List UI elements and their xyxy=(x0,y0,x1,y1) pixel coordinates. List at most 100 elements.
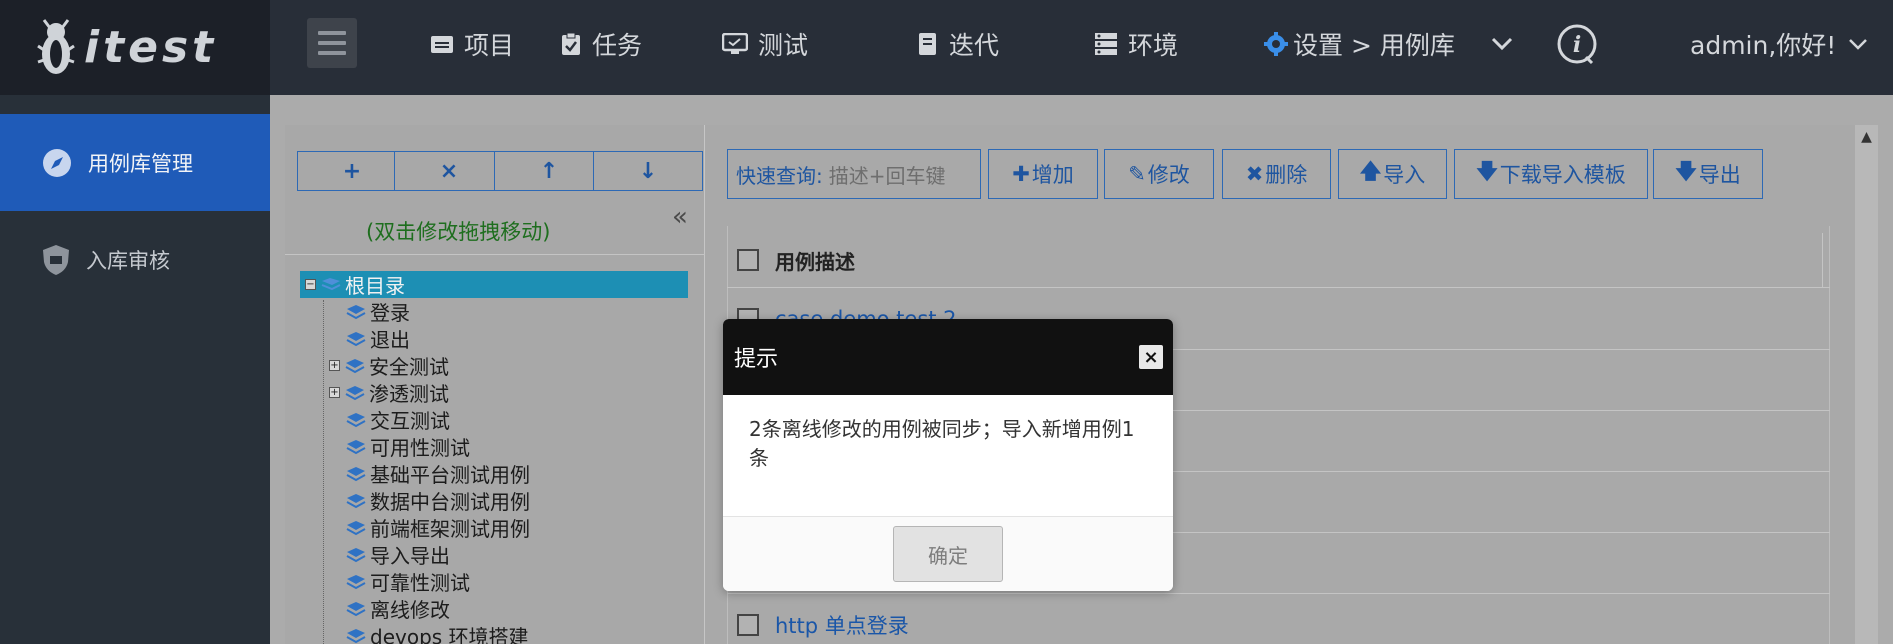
add-node-label: + xyxy=(342,158,362,184)
compass-icon xyxy=(42,148,72,178)
nav-item-test[interactable]: 测试 xyxy=(722,22,808,66)
nav-item-iteration[interactable]: 迭代 xyxy=(917,22,999,66)
dialog-title: 提示 xyxy=(734,347,779,372)
tree-node[interactable]: 可靠性测试 xyxy=(345,568,470,595)
expand-toggle-icon[interactable]: + xyxy=(329,360,340,371)
settings-breadcrumb[interactable]: 设置 > 用例库 xyxy=(1263,22,1455,66)
sidebar-item-label: 用例库管理 xyxy=(88,151,193,176)
tree-node-root[interactable]: − 根目录 xyxy=(305,271,405,298)
user-menu[interactable]: admin,你好! xyxy=(1690,22,1868,66)
tree-node-label: 基础平台测试用例 xyxy=(370,463,530,487)
collapse-panel-icon[interactable]: « xyxy=(672,202,688,232)
info-icon[interactable]: i xyxy=(1556,22,1598,66)
add-node-button[interactable]: + xyxy=(297,151,407,191)
search-placeholder: 描述+回车键 xyxy=(828,163,946,188)
sidebar-item-case-library[interactable]: 用例库管理 xyxy=(0,114,270,211)
tree-node[interactable]: devops 环境搭建 xyxy=(345,622,529,644)
tree-node[interactable]: 前端框架测试用例 xyxy=(345,514,530,541)
tree-node[interactable]: 数据中台测试用例 xyxy=(345,487,530,514)
tree-node-label: 数据中台测试用例 xyxy=(370,490,530,514)
edit-case-button[interactable]: ✎ 修改 xyxy=(1104,149,1214,199)
sidebar: 用例库管理 入库审核 xyxy=(0,95,270,644)
import-label: 导入 xyxy=(1383,163,1426,187)
gear-icon xyxy=(1263,31,1289,57)
search-input[interactable]: 快速查询: 描述+回车键 xyxy=(727,149,981,199)
delete-case-button[interactable]: ✖ 删除 xyxy=(1222,149,1331,199)
book-icon xyxy=(346,304,366,319)
column-header: 用例描述 xyxy=(775,249,855,274)
tree-node[interactable]: 登录 xyxy=(345,298,410,325)
table-header: 用例描述 xyxy=(727,233,1830,288)
table-row[interactable]: http 单点登录 xyxy=(727,594,1830,644)
export-label: 导出 xyxy=(1698,163,1741,187)
download-template-button[interactable]: 🡇 下载导入模板 xyxy=(1454,149,1648,199)
tree-node[interactable]: 导入导出 xyxy=(345,541,450,568)
book-icon xyxy=(346,439,366,454)
tree-hint: (双击修改拖拽移动) xyxy=(366,220,551,244)
tree-node-label: 离线修改 xyxy=(370,598,450,622)
tree-node-label: 可靠性测试 xyxy=(370,571,470,595)
edit-case-label: 修改 xyxy=(1147,163,1190,187)
nav-item-task[interactable]: 任务 xyxy=(560,22,642,66)
tree-node-label: 可用性测试 xyxy=(370,436,470,460)
dialog-message: 2条离线修改的用例被同步；导入新增用例1条 xyxy=(723,395,1173,517)
chevron-down-icon[interactable] xyxy=(1490,22,1514,66)
ok-button[interactable]: 确定 xyxy=(893,526,1003,582)
nav-item-project[interactable]: 项目 xyxy=(430,22,514,66)
delete-node-button[interactable]: × xyxy=(394,151,504,191)
book-icon xyxy=(346,520,366,535)
menu-toggle-button[interactable] xyxy=(307,18,357,68)
book-icon xyxy=(917,32,939,56)
dialog-footer: 确定 xyxy=(723,517,1173,591)
expand-toggle-icon[interactable]: + xyxy=(329,387,340,398)
delete-node-label: × xyxy=(439,158,459,184)
row-checkbox[interactable] xyxy=(737,613,759,636)
book-icon xyxy=(346,331,366,346)
move-up-label: ↑ xyxy=(539,158,559,184)
logo[interactable]: itest xyxy=(0,0,270,95)
collapse-toggle-icon[interactable]: − xyxy=(305,279,316,290)
book-icon xyxy=(346,493,366,508)
top-bar: itest 项目 任务 测试 迭代 环境 设置 > 用例库 i admin,你好… xyxy=(0,0,1893,95)
dialog-header: 提示 × xyxy=(723,319,1173,395)
user-greeting: admin,你好! xyxy=(1690,31,1837,60)
arrow-down-icon: 🡇 xyxy=(1476,158,1498,183)
add-case-button[interactable]: ✚ 增加 xyxy=(988,149,1098,199)
tree-node[interactable]: 退出 xyxy=(345,325,410,352)
tree-node[interactable]: + 安全测试 xyxy=(329,352,449,379)
column-divider[interactable] xyxy=(1822,233,1823,288)
scroll-up-icon[interactable]: ▲ xyxy=(1855,125,1878,148)
nav-item-environment[interactable]: 环境 xyxy=(1094,22,1178,66)
tree-node[interactable]: 可用性测试 xyxy=(345,433,470,460)
divider xyxy=(285,254,705,255)
monitor-icon xyxy=(722,33,748,55)
download-template-label: 下载导入模板 xyxy=(1499,163,1626,187)
shield-icon xyxy=(42,244,70,276)
nav-label: 任务 xyxy=(592,31,643,60)
tree-node[interactable]: 离线修改 xyxy=(345,595,450,622)
export-button[interactable]: 🡇 导出 xyxy=(1653,149,1763,199)
move-down-label: ↓ xyxy=(638,158,658,184)
tree-node[interactable]: + 渗透测试 xyxy=(329,379,449,406)
svg-text:i: i xyxy=(1573,32,1581,58)
move-down-button[interactable]: ↓ xyxy=(593,151,703,191)
tree-node-label: 登录 xyxy=(370,301,410,325)
menu-bar xyxy=(318,41,346,45)
folder-book-icon xyxy=(345,358,365,373)
close-icon[interactable]: × xyxy=(1139,345,1163,369)
book-icon xyxy=(346,574,366,589)
tree-node-label: 安全测试 xyxy=(369,355,449,379)
case-link[interactable]: http 单点登录 xyxy=(775,610,909,640)
tree-node[interactable]: 交互测试 xyxy=(345,406,450,433)
move-up-button[interactable]: ↑ xyxy=(494,151,604,191)
select-all-checkbox[interactable] xyxy=(737,249,759,271)
tree-node[interactable]: 基础平台测试用例 xyxy=(345,460,530,487)
import-button[interactable]: 🡅 导入 xyxy=(1338,149,1447,199)
alert-dialog: 提示 × 2条离线修改的用例被同步；导入新增用例1条 确定 xyxy=(723,319,1173,591)
add-case-label: 增加 xyxy=(1031,163,1074,187)
tree-connector xyxy=(323,300,324,644)
sidebar-item-review[interactable]: 入库审核 xyxy=(0,211,270,308)
scrollbar[interactable]: ▲ xyxy=(1855,125,1878,644)
plus-icon: ✚ xyxy=(1012,162,1030,186)
folder-book-icon xyxy=(345,385,365,400)
